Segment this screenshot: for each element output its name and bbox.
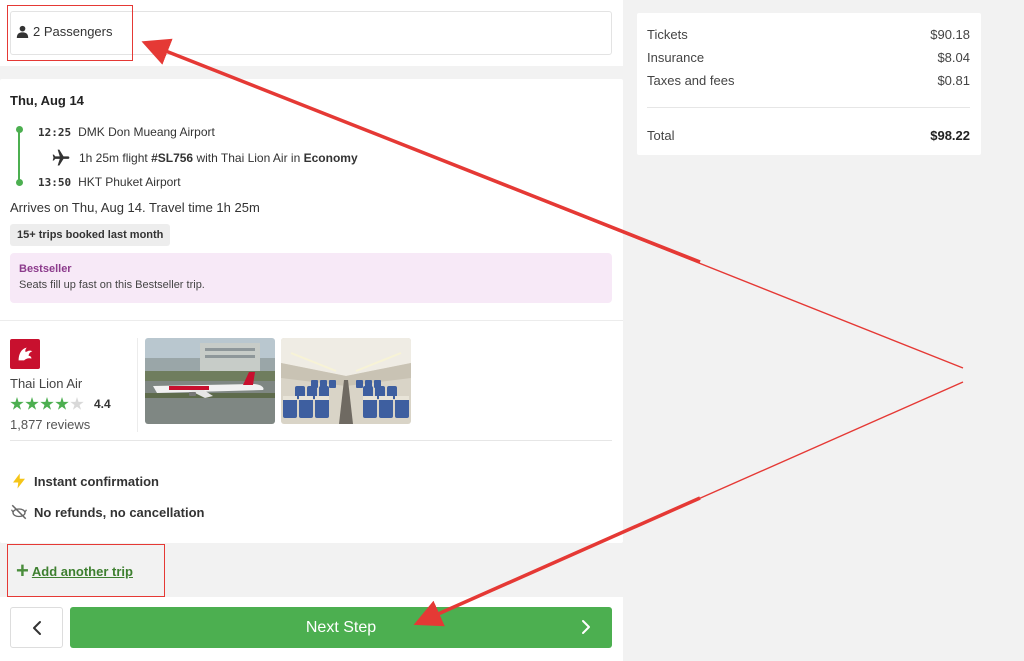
rating-value: 4.4	[94, 397, 111, 411]
arrives-text: Arrives on Thu, Aug 14. Travel time 1h 2…	[10, 200, 260, 215]
timeline-line	[18, 129, 20, 184]
airplane-icon	[52, 149, 70, 166]
summary-label: Insurance	[647, 50, 705, 65]
summary-row-insurance: Insurance $8.04	[647, 50, 970, 65]
lightning-icon	[13, 473, 25, 489]
vertical-divider	[137, 338, 138, 432]
airline-rating: 4.4	[10, 397, 111, 411]
arrival-airport: HKT Phuket Airport	[78, 175, 181, 189]
star-icon	[25, 397, 39, 410]
summary-value: $0.81	[937, 73, 970, 88]
flight-with: with Thai Lion Air in	[196, 151, 301, 165]
summary-value: $90.18	[930, 27, 970, 42]
bestseller-box: Bestseller Seats fill up fast on this Be…	[10, 253, 612, 303]
flight-number: #SL756	[151, 151, 194, 165]
total-label: Total	[647, 128, 675, 143]
feature-no-refunds: No refunds, no cancellation	[10, 503, 204, 521]
bestseller-title: Bestseller	[19, 263, 72, 275]
trips-booked-badge: 15+ trips booked last month	[10, 224, 171, 246]
departure-row: 12:25 DMK Don Mueang Airport	[38, 125, 215, 139]
price-summary: Tickets $90.18 Insurance $8.04 Taxes and…	[637, 13, 981, 155]
summary-row-total: Total $98.22	[647, 128, 970, 143]
cabin-photo[interactable]	[281, 338, 411, 424]
arrival-dot	[15, 179, 23, 186]
airline-logo	[10, 339, 40, 369]
lion-logo-icon	[18, 347, 33, 361]
divider	[0, 320, 623, 321]
aircraft-photo[interactable]	[145, 338, 275, 424]
feature-label: Instant confirmation	[34, 473, 159, 489]
departure-airport: DMK Don Mueang Airport	[78, 125, 215, 139]
chevron-right-icon	[582, 620, 590, 634]
navigation-bar: Next Step	[0, 597, 623, 661]
trip-card: Thu, Aug 14 12:25 DMK Don Mueang Airport…	[0, 79, 623, 543]
trip-date: Thu, Aug 14	[10, 93, 84, 108]
next-step-label: Next Step	[305, 618, 377, 636]
reviews-count[interactable]: 1,877 reviews	[10, 417, 90, 432]
summary-row-taxes: Taxes and fees $0.81	[647, 73, 970, 88]
star-empty-icon	[70, 397, 84, 410]
summary-value: $8.04	[937, 50, 970, 65]
bestseller-desc: Seats fill up fast on this Bestseller tr…	[19, 279, 205, 291]
total-value: $98.22	[930, 128, 970, 143]
summary-row-tickets: Tickets $90.18	[647, 27, 970, 42]
summary-label: Tickets	[647, 27, 688, 42]
airline-name: Thai Lion Air	[10, 376, 83, 391]
chevron-left-icon	[32, 620, 41, 635]
departure-dot	[15, 126, 23, 133]
summary-divider	[647, 107, 970, 108]
divider	[10, 440, 612, 441]
arrival-row: 13:50 HKT Phuket Airport	[38, 175, 181, 189]
summary-label: Taxes and fees	[647, 73, 735, 88]
flight-class: Economy	[303, 151, 358, 165]
feature-label: No refunds, no cancellation	[34, 504, 205, 520]
star-icon	[10, 397, 24, 410]
arrival-time: 13:50	[38, 175, 72, 189]
flight-info-row: 1h 25m flight #SL756 with Thai Lion Air …	[51, 148, 358, 168]
flight-duration: 1h 25m flight	[79, 151, 148, 165]
annotation-box-add-trip	[7, 544, 165, 597]
next-step-button[interactable]: Next Step	[70, 607, 612, 648]
annotation-box-passengers	[7, 5, 133, 61]
no-refund-icon	[11, 504, 27, 520]
feature-instant-confirmation: Instant confirmation	[10, 472, 159, 490]
back-button[interactable]	[10, 607, 63, 648]
departure-time: 12:25	[38, 125, 72, 139]
star-icon	[55, 397, 69, 410]
star-icon	[40, 397, 54, 410]
